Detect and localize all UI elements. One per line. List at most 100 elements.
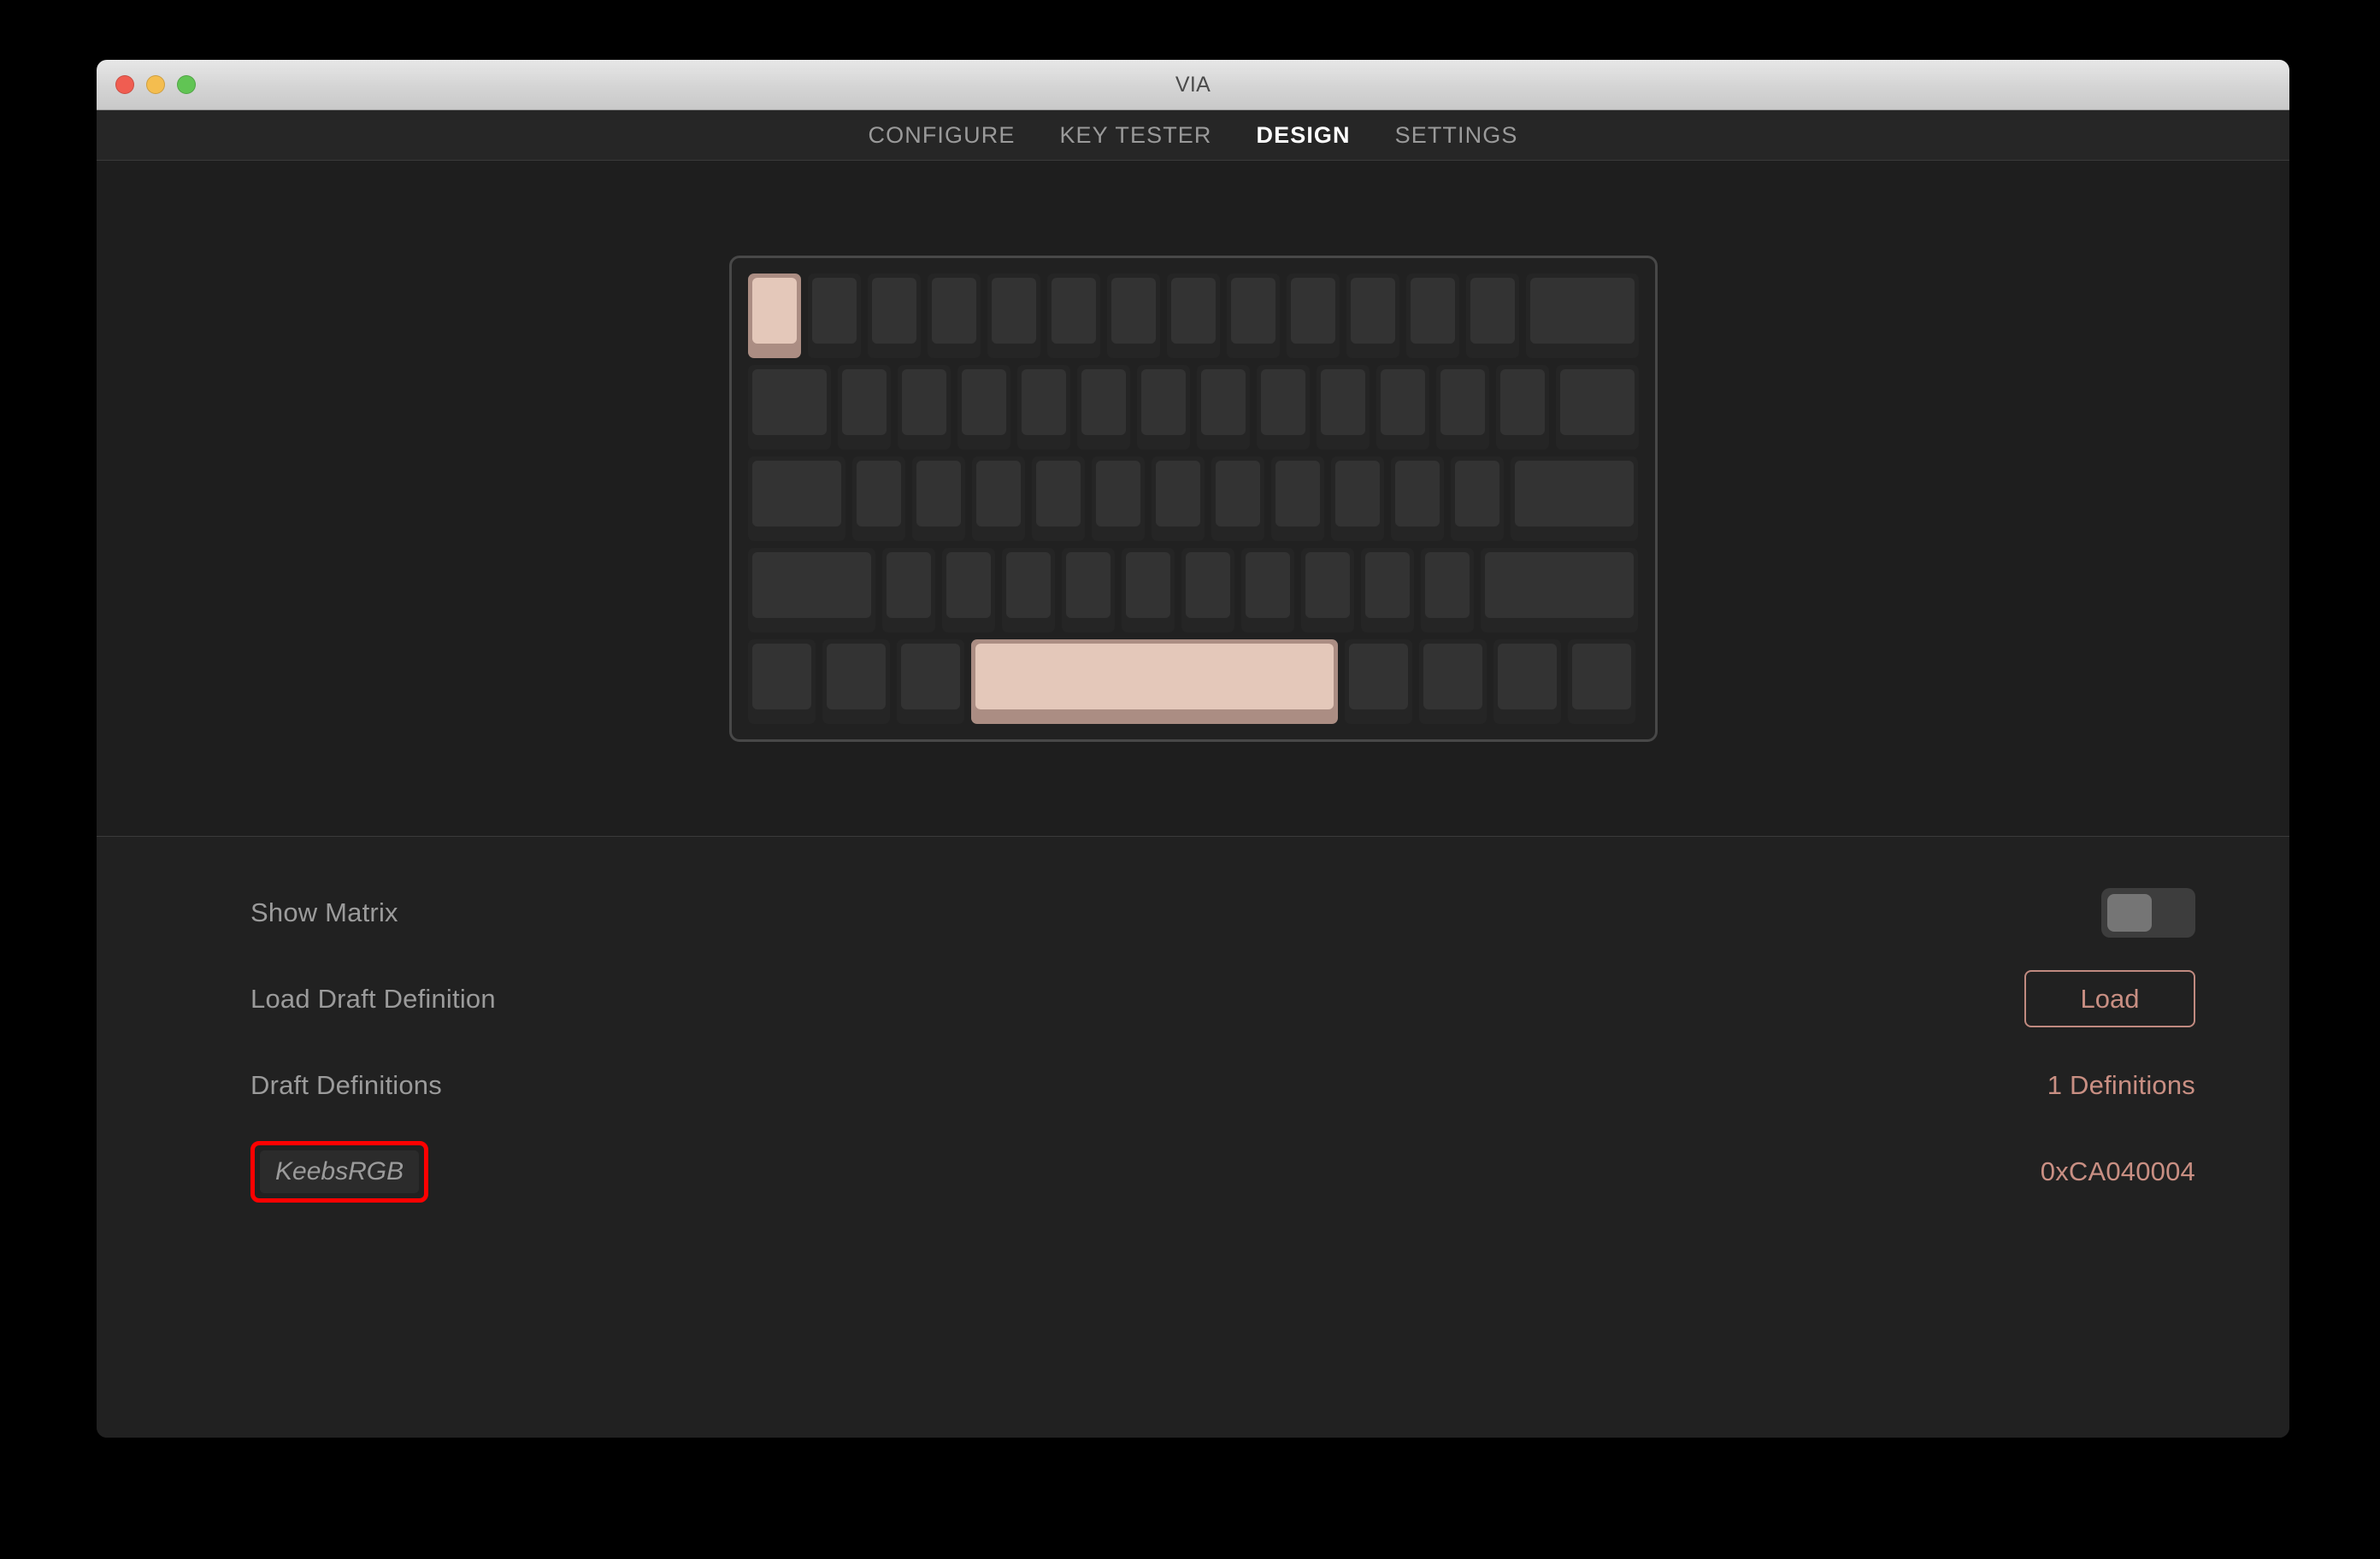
keycap-base (867, 273, 921, 358)
keycap[interactable] (1044, 270, 1104, 362)
keycap-top (751, 277, 797, 344)
definition-name-chip[interactable]: KeebsRGB (260, 1150, 420, 1193)
keycap[interactable] (1223, 270, 1283, 362)
keycap[interactable] (1416, 636, 1490, 727)
keycap[interactable] (1178, 544, 1238, 636)
keycap[interactable] (1014, 362, 1074, 453)
keycap[interactable] (984, 270, 1044, 362)
keycap[interactable] (1552, 362, 1642, 453)
keycap-top (916, 460, 961, 527)
minimize-window-icon[interactable] (146, 75, 165, 94)
keycap[interactable] (1328, 453, 1387, 544)
keycap-base (747, 638, 816, 724)
keycap[interactable] (849, 453, 909, 544)
keycap[interactable] (1313, 362, 1373, 453)
keycap[interactable] (1208, 453, 1268, 544)
keycap[interactable] (1341, 636, 1416, 727)
keycap-base (1046, 273, 1100, 358)
close-window-icon[interactable] (115, 75, 134, 94)
keycap[interactable] (1268, 453, 1328, 544)
keycap[interactable] (864, 270, 924, 362)
keycap[interactable] (893, 636, 968, 727)
keyboard-layout-frame[interactable] (728, 255, 1658, 742)
keycap[interactable] (1104, 270, 1163, 362)
keycap-base (1031, 456, 1085, 541)
keycap[interactable] (745, 453, 849, 544)
keycap[interactable] (834, 362, 894, 453)
keycap[interactable] (1523, 270, 1642, 362)
keycap[interactable] (1493, 362, 1552, 453)
keycap[interactable] (879, 544, 939, 636)
keycap[interactable] (1253, 362, 1313, 453)
keycap[interactable] (1028, 453, 1088, 544)
keycap[interactable] (1490, 636, 1564, 727)
keycap-top (1290, 277, 1335, 344)
keycap[interactable] (745, 362, 834, 453)
keycap[interactable] (1564, 636, 1639, 727)
keycap[interactable] (1193, 362, 1253, 453)
maximize-window-icon[interactable] (177, 75, 196, 94)
keycap[interactable] (1163, 270, 1223, 362)
keycap-base (941, 547, 995, 632)
keycap[interactable] (924, 270, 984, 362)
keycap[interactable] (1134, 362, 1193, 453)
keycap[interactable] (1238, 544, 1298, 636)
keycap-top (1305, 551, 1350, 618)
tab-configure[interactable]: CONFIGURE (869, 123, 1016, 147)
keycap[interactable] (1118, 544, 1178, 636)
screen-root: VIA CONFIGURE KEY TESTER DESIGN SETTINGS… (0, 0, 2380, 1559)
keycap[interactable] (1373, 362, 1433, 453)
keycap[interactable] (1298, 544, 1358, 636)
keycap[interactable] (1148, 453, 1208, 544)
tab-design[interactable]: DESIGN (1257, 123, 1351, 147)
tab-settings[interactable]: SETTINGS (1395, 123, 1518, 147)
keycap[interactable] (1463, 270, 1523, 362)
keycap[interactable] (939, 544, 999, 636)
keycap[interactable] (1403, 270, 1463, 362)
keycap[interactable] (969, 453, 1028, 544)
keycap[interactable] (1074, 362, 1134, 453)
annotation-highlight-box: KeebsRGB (250, 1140, 429, 1203)
keycap[interactable] (999, 544, 1058, 636)
keycap[interactable] (894, 362, 954, 453)
keycap-top (1423, 643, 1482, 709)
keyboard-row (745, 453, 1642, 544)
keycap[interactable] (819, 636, 893, 727)
keycap[interactable] (1283, 270, 1343, 362)
keycap-base (1240, 547, 1294, 632)
keycap[interactable] (804, 270, 864, 362)
keycap[interactable] (1507, 453, 1641, 544)
keycap[interactable] (1417, 544, 1477, 636)
keycap[interactable] (909, 453, 969, 544)
keycap[interactable] (1358, 544, 1417, 636)
keycap[interactable] (1387, 453, 1447, 544)
keycap-base (1480, 547, 1638, 632)
keycap-top (1514, 460, 1634, 527)
keycap[interactable] (1447, 453, 1507, 544)
keycap[interactable] (1058, 544, 1118, 636)
keycap[interactable] (968, 636, 1341, 727)
show-matrix-label: Show Matrix (250, 897, 398, 927)
tab-key-tester[interactable]: KEY TESTER (1059, 123, 1211, 147)
keycap-top (1559, 368, 1635, 435)
keycap[interactable] (954, 362, 1014, 453)
keycap-base (1495, 364, 1549, 450)
keycap[interactable] (745, 544, 879, 636)
keycap[interactable] (745, 270, 804, 362)
keycap[interactable] (1477, 544, 1641, 636)
via-app-window: VIA CONFIGURE KEY TESTER DESIGN SETTINGS… (97, 60, 2289, 1438)
keycap[interactable] (745, 636, 819, 727)
keycap-top (1110, 277, 1156, 344)
keycap[interactable] (1088, 453, 1148, 544)
keycap-top (1529, 277, 1635, 344)
keycap-top (901, 368, 946, 435)
load-button[interactable]: Load (2024, 969, 2195, 1028)
keyboard-preview-stage (97, 161, 2289, 837)
keycap-top (1185, 551, 1230, 618)
keycap[interactable] (1343, 270, 1403, 362)
keycap-top (1230, 277, 1275, 344)
load-draft-definition-label: Load Draft Definition (250, 983, 496, 1014)
traffic-light-group (115, 75, 196, 94)
show-matrix-toggle[interactable] (2101, 887, 2195, 938)
keycap[interactable] (1433, 362, 1493, 453)
